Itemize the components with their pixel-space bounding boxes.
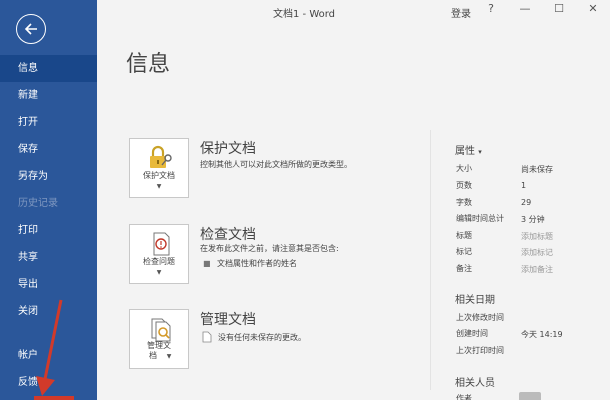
avatar <box>519 392 541 400</box>
chevron-down-icon: ▾ <box>478 148 482 156</box>
manage-document-desc: 没有任何未保存的更改。 <box>218 333 306 342</box>
inspect-bullet-text: 文档属性和作者的姓名 <box>217 259 297 268</box>
bullet-icon: ■ <box>203 259 211 268</box>
properties-header-label: 属性 <box>455 146 475 157</box>
manage-document-button[interactable]: 管理文 档 ▼ <box>129 309 189 369</box>
prop-value-size: 尚未保存 <box>521 165 553 174</box>
protect-document-button[interactable]: 保护文档 ▼ <box>129 138 189 198</box>
check-issues-button[interactable]: 检查问题 ▼ <box>129 224 189 284</box>
sidebar-item-save-as[interactable]: 另存为 <box>0 163 97 190</box>
date-label-modified: 上次修改时间 <box>456 313 504 322</box>
prop-value-comments-field[interactable]: 添加备注 <box>521 264 553 275</box>
prop-label-pages: 页数 <box>456 181 472 190</box>
check-issues-label: 检查问题 <box>143 257 175 266</box>
chevron-down-icon: ▼ <box>166 353 172 360</box>
back-arrow-icon <box>24 23 37 35</box>
manage-document-title: 管理文档 <box>200 312 256 328</box>
date-label-printed: 上次打印时间 <box>456 346 504 355</box>
manage-document-label: 管理文 <box>147 341 171 350</box>
prop-value-edit-time: 3 分钟 <box>521 215 545 224</box>
protect-document-label: 保护文档 <box>143 171 175 180</box>
prop-value-words: 29 <box>521 198 532 207</box>
protect-document-desc: 控制其他人可以对此文档所做的更改类型。 <box>200 160 352 169</box>
maximize-icon[interactable]: ☐ <box>549 2 569 15</box>
sidebar-item-share[interactable]: 共享 <box>0 244 97 271</box>
window-title: 文档1 - Word <box>273 9 336 20</box>
red-arrow-annotation-icon <box>36 299 63 396</box>
people-label-author: 作者 <box>456 394 472 400</box>
prop-label-words: 字数 <box>456 198 472 207</box>
prop-label-comments: 备注 <box>456 264 472 273</box>
sidebar-item-new[interactable]: 新建 <box>0 82 97 109</box>
inspect-document-icon <box>153 232 170 256</box>
prop-label-size: 大小 <box>456 164 472 173</box>
sidebar-item-print[interactable]: 打印 <box>0 217 97 244</box>
close-icon[interactable]: ✕ <box>583 2 603 15</box>
prop-value-pages: 1 <box>521 181 527 190</box>
login-link[interactable]: 登录 <box>451 5 471 20</box>
related-people-header: 相关人员 <box>455 378 495 389</box>
protect-document-title: 保护文档 <box>200 141 256 157</box>
red-underline-annotation <box>34 396 74 400</box>
prop-value-title-field[interactable]: 添加标题 <box>521 231 553 242</box>
help-icon[interactable]: ? <box>481 2 501 15</box>
properties-header[interactable]: 属性 ▾ <box>455 142 482 157</box>
chevron-down-icon: ▼ <box>156 269 162 276</box>
manage-document-icon <box>151 318 171 342</box>
lock-key-icon <box>150 145 172 168</box>
prop-label-edit-time: 编辑时间总计 <box>456 214 504 223</box>
prop-label-title: 标题 <box>456 231 472 240</box>
back-button[interactable] <box>16 14 46 44</box>
backstage-sidebar: 信息 新建 打开 保存 另存为 历史记录 打印 共享 导出 关闭 帐户 反馈 <box>0 0 97 400</box>
panel-divider <box>430 130 431 390</box>
inspect-document-desc: 在发布此文件之前，请注意其是否包含: <box>200 244 339 253</box>
sidebar-item-open[interactable]: 打开 <box>0 109 97 136</box>
related-dates-header: 相关日期 <box>455 295 495 306</box>
sidebar-item-history: 历史记录 <box>18 198 58 209</box>
minimize-icon[interactable]: — <box>515 2 535 15</box>
sidebar-item-export[interactable]: 导出 <box>0 271 97 298</box>
date-label-created: 创建时间 <box>456 329 488 338</box>
chevron-down-icon: ▼ <box>156 183 162 190</box>
prop-label-tags: 标记 <box>456 247 472 256</box>
page-title: 信息 <box>126 52 171 77</box>
prop-value-tags-field[interactable]: 添加标记 <box>521 247 553 258</box>
sidebar-item-save[interactable]: 保存 <box>0 136 97 163</box>
document-small-icon <box>202 331 212 343</box>
inspect-document-title: 检查文档 <box>200 227 256 243</box>
title-bar: 文档1 - Word 登录 ? — ☐ ✕ <box>97 0 610 24</box>
sidebar-item-info[interactable]: 信息 <box>0 55 97 82</box>
date-value-created: 今天 14:19 <box>521 330 563 339</box>
